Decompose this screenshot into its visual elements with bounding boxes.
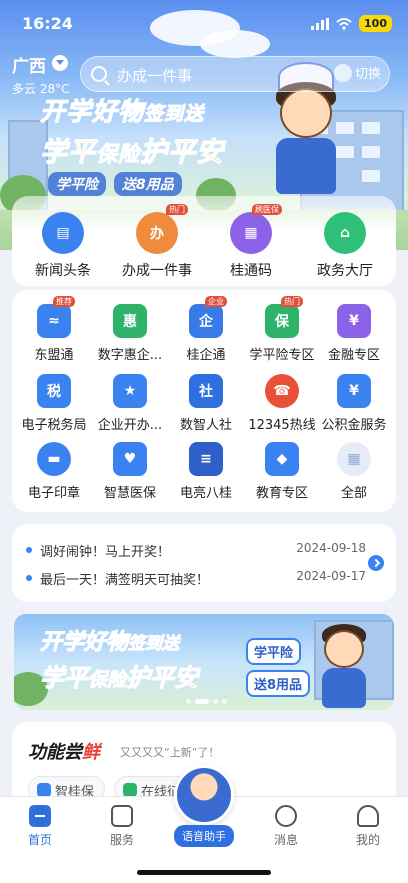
announcement-card: 调好闹钟！马上开奖！ 2024-09-18 最后一天！满签明天可抽奖！ 2024… <box>12 524 396 602</box>
voice-assistant-label: 语音助手 <box>174 825 234 847</box>
bottom-tab-bar: 首页 服务 语音助手 消息 我的 <box>0 765 408 883</box>
service-grid: ≈ 推荐 东盟通 惠 数字惠企... 企企业 桂企通 保热门 学平险专区 ¥ 金融… <box>12 290 396 512</box>
hero-headline-2: 学平保险护平安 <box>40 137 224 169</box>
feature-subtitle: 又又又又“上新”了！ <box>120 746 220 759</box>
services-icon <box>111 805 133 827</box>
insurance-icon: 保热门 <box>265 296 303 338</box>
grid-item-finance[interactable]: ¥ 金融专区 <box>306 304 402 363</box>
tax-icon: 税 <box>37 374 71 408</box>
grid-item-label: 全部 <box>340 486 367 501</box>
recommend-badge: 推荐 <box>53 296 75 307</box>
qrcode-icon: ▦ 刷医保 <box>230 204 282 254</box>
announcement-text: 最后一天！满签明天可抽奖！ <box>40 573 210 588</box>
announcement-text: 调好闹钟！马上开奖！ <box>40 545 171 560</box>
feature-pill-icon <box>123 783 137 797</box>
hero-headline-1: 开学好物签到送 <box>39 97 205 127</box>
medical-insurance-icon: ♥ <box>113 442 147 476</box>
bullet-dot-icon <box>26 547 32 553</box>
hero-tag-insurance: 学平险 <box>48 172 106 196</box>
search-placeholder: 办成一件事 <box>117 67 193 85</box>
voice-assistant-button[interactable]: 语音助手 <box>170 765 238 847</box>
promo-headline-1: 开学好物签到送 <box>39 630 180 656</box>
location-name: 广西 <box>12 57 46 77</box>
quick-access-row: ▤ 新闻头条 办热门 办成一件事 ▦ 刷医保 桂通码 ⌂ 政务大厅 <box>12 196 396 286</box>
quick-item-news[interactable]: ▤ 新闻头条 <box>18 212 108 280</box>
message-icon <box>275 805 297 827</box>
quick-item-guitong-code[interactable]: ▦ 刷医保 桂通码 <box>206 204 296 280</box>
promo-tag-insurance: 学平险 <box>246 638 302 665</box>
promo-banner[interactable]: 开学好物签到送 学平保险护平安 学平险 送8用品 <box>14 614 394 710</box>
promo-tag-gift: 送8用品 <box>246 670 311 697</box>
grid-item-label: 公积金服务 <box>321 418 387 433</box>
announcement-item[interactable]: 调好闹钟！马上开奖！ 2024-09-18 <box>26 541 366 561</box>
quick-item-label: 政务大厅 <box>317 263 373 279</box>
announcement-date: 2024-09-18 <box>296 541 366 555</box>
tab-home[interactable]: 首页 <box>10 805 70 848</box>
enterprise-badge: 企业 <box>205 296 227 307</box>
search-icon <box>91 66 107 82</box>
asean-icon: ≈ 推荐 <box>37 296 75 338</box>
quick-item-government-hall[interactable]: ⌂ 政务大厅 <box>300 212 390 280</box>
search-bar[interactable]: 办成一件事 切换 <box>80 56 390 92</box>
switch-button[interactable]: 切换 <box>333 63 381 82</box>
quick-item-label: 桂通码 <box>230 263 272 279</box>
hot-badge: 热门 <box>166 204 188 215</box>
mascot-illustration <box>314 618 374 708</box>
housing-fund-icon: ¥ <box>337 374 371 408</box>
tab-label: 服务 <box>109 833 134 847</box>
grid-item-housing-fund[interactable]: ¥ 公积金服务 <box>306 374 402 433</box>
status-bar: 16:24 100 <box>0 0 408 46</box>
social-security-icon: 社 <box>189 374 223 408</box>
finance-card-icon: ¥ <box>337 304 371 338</box>
weather-info: 多云 28°C <box>12 82 70 96</box>
tab-profile[interactable]: 我的 <box>338 805 398 848</box>
benefit-icon: 惠 <box>113 304 147 338</box>
hot-badge: 热门 <box>281 296 303 307</box>
carousel-indicator <box>186 699 227 704</box>
power-grid-icon: ≡ <box>189 442 223 476</box>
grid-item-label: 金融专区 <box>327 348 380 363</box>
switch-avatar-icon <box>333 63 352 82</box>
business-setup-icon: ★ <box>113 374 147 408</box>
hotline-icon: ☎ <box>265 374 299 408</box>
tab-services[interactable]: 服务 <box>92 805 152 848</box>
battery-indicator: 100 <box>359 15 392 32</box>
task-icon: 办热门 <box>136 204 188 254</box>
tab-label: 我的 <box>355 833 380 847</box>
feature-pill-icon <box>37 783 51 797</box>
medical-badge: 刷医保 <box>252 204 282 215</box>
hero-tag-gift: 送8用品 <box>114 172 182 196</box>
announcement-date: 2024-09-17 <box>296 569 366 583</box>
chevron-down-icon[interactable] <box>52 55 68 71</box>
home-indicator <box>137 870 271 875</box>
signal-icon <box>311 17 330 30</box>
graduation-cap-icon: ◆ <box>265 442 299 476</box>
grid-item-all[interactable]: ▦ 全部 <box>306 442 402 501</box>
home-icon <box>29 805 51 827</box>
seal-icon: ▬ <box>37 442 71 476</box>
location-selector[interactable]: 广西 <box>12 52 68 77</box>
tab-label: 首页 <box>27 833 52 847</box>
quick-item-label: 办成一件事 <box>122 263 192 279</box>
status-time: 16:24 <box>22 14 73 33</box>
quick-item-task[interactable]: 办热门 办成一件事 <box>112 204 202 280</box>
feature-title: 功能尝鲜 <box>28 742 100 763</box>
announcement-item[interactable]: 最后一天！满签明天可抽奖！ 2024-09-17 <box>26 569 366 589</box>
person-icon <box>357 805 379 827</box>
quick-item-label: 新闻头条 <box>35 263 91 279</box>
bullet-dot-icon <box>26 575 32 581</box>
tab-label: 消息 <box>273 833 298 847</box>
all-apps-icon: ▦ <box>337 442 371 476</box>
assistant-avatar-icon <box>174 765 234 825</box>
enterprise-icon: 企企业 <box>189 296 227 338</box>
government-hall-icon: ⌂ <box>324 212 366 254</box>
news-icon: ▤ <box>42 212 84 254</box>
switch-label: 切换 <box>354 67 381 82</box>
tab-messages[interactable]: 消息 <box>256 805 316 848</box>
chevron-right-icon[interactable] <box>368 555 384 571</box>
promo-headline-2: 学平保险护平安 <box>40 664 199 693</box>
wifi-icon <box>336 17 352 30</box>
